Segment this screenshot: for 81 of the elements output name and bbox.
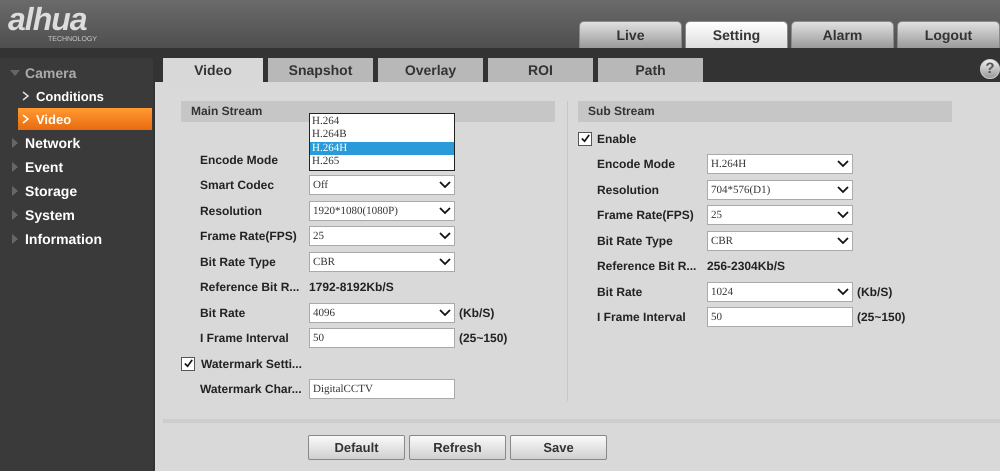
sidebar-item[interactable]: System <box>0 203 153 227</box>
field-label: Encode Mode <box>200 152 280 167</box>
triangle-icon <box>10 234 20 244</box>
unit-label: (Kb/S) <box>459 306 494 320</box>
dropdown-field[interactable]: CBR <box>707 230 853 251</box>
dropdown-field[interactable]: 25 <box>309 226 455 246</box>
dropdown-field[interactable]: H.264H <box>707 154 853 174</box>
top-tab[interactable]: Alarm <box>791 21 894 48</box>
chevron-down-icon <box>439 258 451 266</box>
chevron-down-icon <box>837 288 849 296</box>
unit-label: (Kb/S) <box>857 284 892 299</box>
sidebar-item[interactable]: Information <box>0 227 153 251</box>
dropdown-field[interactable]: 25 <box>707 205 853 226</box>
field-label: Reference Bit R... <box>597 259 698 274</box>
chevron-down-icon <box>837 186 849 194</box>
checkbox[interactable] <box>181 356 195 371</box>
chevron-down-icon <box>439 181 451 190</box>
input-field[interactable]: DigitalCCTV <box>309 379 455 400</box>
input-field[interactable]: 50 <box>707 307 853 328</box>
dropdown-field[interactable]: 1024 <box>707 282 853 302</box>
chevron-down-icon <box>439 232 451 240</box>
field-label: Bit Rate <box>200 306 246 320</box>
triangle-icon <box>10 138 20 148</box>
field-label: Watermark Setti... <box>201 356 302 371</box>
sidebar-item[interactable]: Network <box>0 131 153 155</box>
field-label: I Frame Interval <box>597 310 687 324</box>
chevron-icon <box>22 114 30 124</box>
field-value: 1792-8192Kb/S <box>309 280 394 294</box>
top-tab[interactable]: Live <box>579 21 682 48</box>
triangle-icon <box>10 186 20 196</box>
sidebar-item[interactable]: Storage <box>0 179 153 203</box>
dropdown-field[interactable]: CBR <box>309 252 455 272</box>
checkbox[interactable] <box>578 132 592 146</box>
field-label: Watermark Char... <box>200 382 303 396</box>
sidebar-item[interactable]: Event <box>0 155 153 179</box>
chevron-down-icon <box>837 211 849 220</box>
action-button[interactable]: Default <box>308 435 405 460</box>
dropdown-option[interactable]: H.264B <box>310 128 454 142</box>
sidebar-item[interactable]: Camera <box>0 61 153 85</box>
top-tab[interactable]: Logout <box>897 21 1000 48</box>
field-label: Resolution <box>200 204 263 218</box>
dropdown-option[interactable]: H.265 <box>310 155 454 169</box>
logo: alhua <box>8 2 87 36</box>
unit-label: (25~150) <box>857 310 906 324</box>
sidebar-subitem[interactable]: Conditions <box>18 85 152 107</box>
triangle-icon <box>10 210 20 220</box>
field-label: Bit Rate Type <box>200 254 277 269</box>
sub-tab[interactable]: ROI <box>488 58 593 82</box>
field-label: Bit Rate <box>597 284 644 299</box>
field-label: Enable <box>597 132 636 146</box>
field-label: Bit Rate Type <box>597 234 674 248</box>
field-label: Encode Mode <box>597 157 676 172</box>
sub-tab[interactable]: Snapshot <box>268 58 373 82</box>
dropdown-field[interactable]: 704*576(D1) <box>707 180 853 200</box>
sub-tab[interactable]: Path <box>598 58 703 82</box>
action-button[interactable]: Save <box>510 435 607 460</box>
field-label: Frame Rate(FPS) <box>597 208 695 222</box>
field-label: Frame Rate(FPS) <box>200 229 298 244</box>
field-value: 256-2304Kb/S <box>707 259 786 274</box>
sub-tab[interactable]: Overlay <box>378 58 483 82</box>
unit-label: (25~150) <box>459 331 508 346</box>
help-icon[interactable]: ? <box>980 59 1000 79</box>
dropdown-field[interactable]: 1920*1080(1080P) <box>309 200 455 221</box>
action-button[interactable]: Refresh <box>409 435 506 460</box>
chevron-down-icon <box>439 308 451 317</box>
top-tab[interactable]: Setting <box>685 21 788 48</box>
triangle-icon <box>10 68 20 78</box>
dropdown-field[interactable]: Off <box>309 175 455 196</box>
chevron-down-icon <box>837 236 849 245</box>
field-label: Resolution <box>597 182 660 197</box>
field-label: I Frame Interval <box>200 331 290 346</box>
chevron-down-icon <box>439 206 451 215</box>
triangle-icon <box>10 162 20 172</box>
field-label: Reference Bit R... <box>200 280 300 294</box>
sub-tab[interactable]: Video <box>163 58 263 82</box>
input-field[interactable]: 50 <box>309 328 455 348</box>
chevron-down-icon <box>837 160 849 168</box>
field-label: Smart Codec <box>200 178 276 192</box>
section-header: Sub Stream <box>578 101 952 122</box>
chevron-icon <box>22 91 30 101</box>
dropdown-field[interactable]: 4096 <box>309 302 455 323</box>
